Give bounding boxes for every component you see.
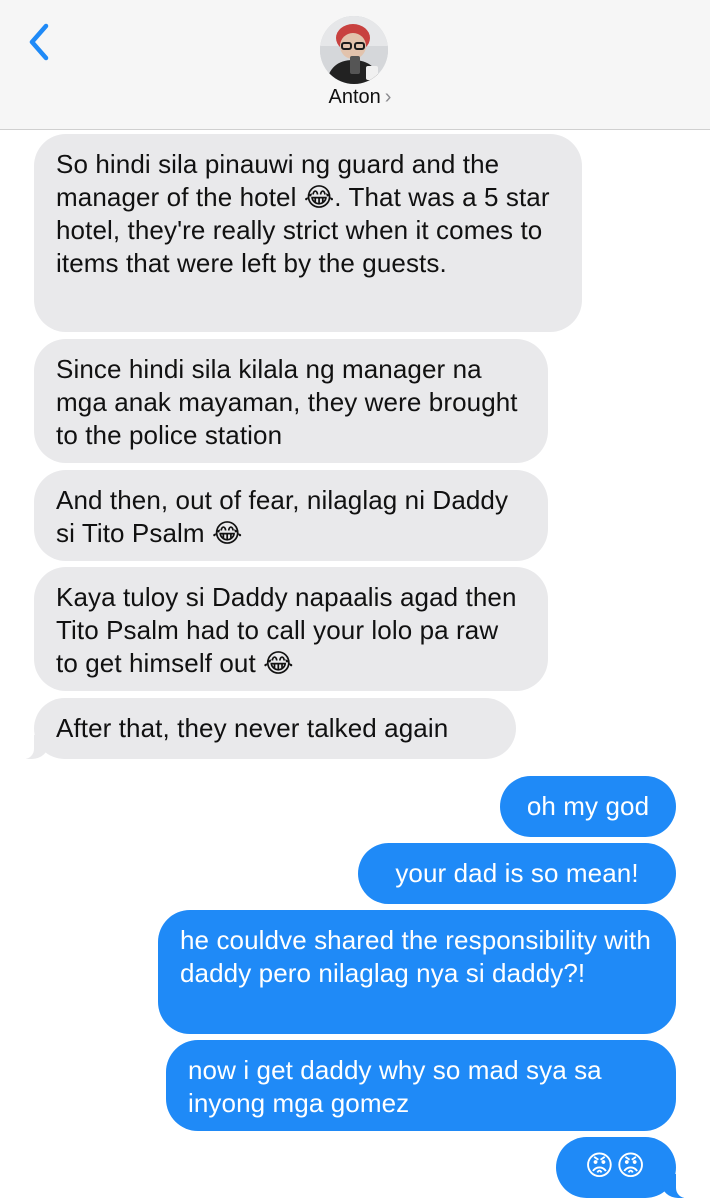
message-bubble-outgoing[interactable]: he couldve shared the responsibility wit… [158, 910, 676, 1034]
message-bubble-incoming[interactable]: So hindi sila pinauwi ng guard and the m… [34, 134, 582, 332]
avatar[interactable] [320, 16, 388, 84]
message-thread[interactable]: So hindi sila pinauwi ng guard and the m… [0, 130, 710, 1200]
chevron-right-icon: › [384, 86, 392, 108]
message-text: Kaya tuloy si Daddy napaalis agad then T… [56, 582, 517, 678]
message-bubble-outgoing[interactable]: oh my god [500, 776, 676, 837]
message-text: Since hindi sila kilala ng manager na mg… [56, 354, 518, 450]
message-bubble-incoming[interactable]: Since hindi sila kilala ng manager na mg… [34, 339, 548, 463]
message-bubble-outgoing[interactable]: 😡😡 [556, 1137, 688, 1198]
contact-name-button[interactable]: Anton › [0, 86, 710, 109]
message-text: So hindi sila pinauwi ng guard and the m… [56, 149, 550, 278]
chevron-left-icon [29, 23, 49, 61]
message-bubble-incoming[interactable]: After that, they never talked again [22, 698, 516, 759]
message-bubble-outgoing[interactable]: now i get daddy why so mad sya sa inyong… [166, 1040, 676, 1131]
conversation-header: Anton › [0, 0, 710, 130]
message-bubble-outgoing[interactable]: your dad is so mean! [358, 843, 676, 904]
message-bubble-incoming[interactable]: Kaya tuloy si Daddy napaalis agad then T… [34, 567, 548, 691]
back-button[interactable] [22, 22, 58, 62]
message-text: now i get daddy why so mad sya sa inyong… [188, 1055, 602, 1118]
message-text: he couldve shared the responsibility wit… [180, 925, 651, 988]
message-text: your dad is so mean! [395, 858, 639, 888]
avatar-photo [320, 16, 388, 84]
message-text: And then, out of fear, nilaglag ni Daddy… [56, 485, 509, 548]
message-text: oh my god [526, 791, 650, 821]
message-bubble-incoming[interactable]: And then, out of fear, nilaglag ni Daddy… [34, 470, 548, 561]
message-text: After that, they never talked again [56, 713, 449, 743]
contact-name: Anton [328, 86, 381, 108]
angry-face-emoji: 😡😡 [584, 1150, 648, 1181]
